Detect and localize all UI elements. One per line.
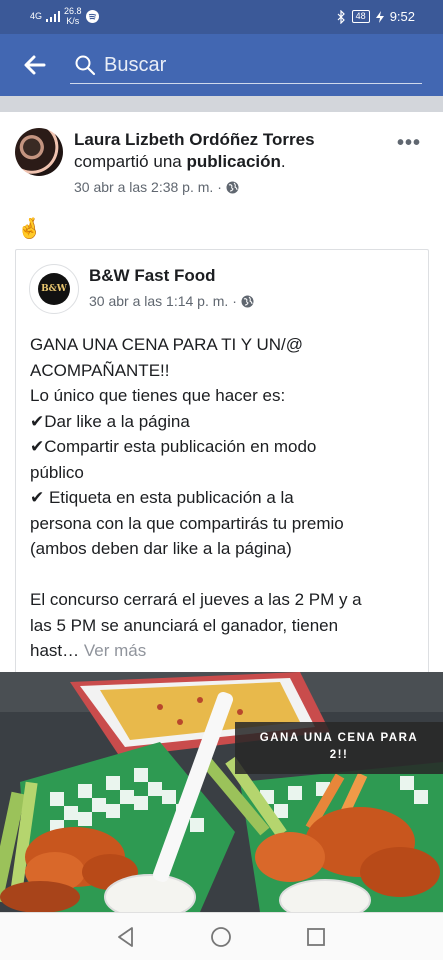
page-logo-text: B&W (38, 273, 70, 305)
check-item: ✔Dar like a la página (30, 409, 420, 435)
post-photo[interactable]: GANA UNA CENA PARA 2!! (0, 672, 443, 912)
check-item-text: Dar like a la página (44, 411, 190, 431)
search-icon (75, 55, 96, 76)
checkmark-icon: ✔ (30, 437, 45, 456)
sharer-name[interactable]: Laura Lizbeth Ordóñez Torres (74, 130, 315, 149)
data-speed: 26.8 K/s (64, 6, 82, 26)
see-more-link[interactable]: Ver más (84, 641, 146, 660)
bluetooth-icon (337, 9, 345, 24)
home-circle-icon[interactable] (209, 925, 233, 949)
share-action-object[interactable]: publicación (186, 152, 280, 171)
food-photo (0, 672, 443, 912)
shared-post[interactable]: B&W B&W Fast Food 30 abr a las 1:14 p. m… (15, 249, 429, 679)
network-indicator: 4G (30, 11, 43, 21)
system-nav-bar (0, 912, 443, 960)
spotify-icon (85, 9, 99, 23)
page-logo[interactable]: B&W (29, 264, 79, 314)
feed-post: Laura Lizbeth Ordóñez Torres compartió u… (0, 112, 443, 679)
check-item-text: Compartir esta publicación en modo (44, 437, 317, 456)
battery-indicator: 48 (351, 10, 370, 23)
post-line: (ambos deben dar like a la página) (30, 539, 292, 558)
shared-timestamp-row: 30 abr a las 1:14 p. m. · (89, 293, 254, 309)
share-action-text: compartió una (74, 152, 187, 171)
crossed-fingers-emoji: 🤞 (17, 218, 42, 240)
overlay-line: 2!! (329, 749, 349, 761)
avatar[interactable] (15, 128, 63, 176)
check-item: ✔Compartir esta publicación en modo (30, 434, 420, 460)
recents-square-icon[interactable] (304, 925, 328, 949)
checkmark-icon: ✔ (30, 411, 45, 431)
more-options-icon[interactable]: ••• (397, 132, 421, 155)
post-line: GANA UNA CENA PARA TI Y UN/@ (30, 335, 303, 354)
post-line: público (30, 462, 84, 482)
photo-overlay-banner: GANA UNA CENA PARA 2!! (235, 722, 443, 774)
app-bar (0, 34, 443, 96)
post-line: persona con la que compartirás tu premio (30, 513, 344, 533)
truncated-text: hast… (30, 641, 80, 660)
data-speed-value: 26.8 (64, 6, 82, 16)
search-box[interactable] (70, 48, 422, 84)
clock: 9:52 (389, 9, 415, 24)
post-header: Laura Lizbeth Ordóñez Torres compartió u… (74, 129, 374, 173)
shared-timestamp[interactable]: 30 abr a las 1:14 p. m. · (89, 293, 237, 309)
overlay-line: GANA UNA CENA PARA (259, 732, 419, 744)
back-arrow-icon[interactable] (20, 50, 50, 80)
divider (0, 96, 443, 112)
data-speed-unit: K/s (66, 16, 80, 26)
back-triangle-icon[interactable] (114, 925, 138, 949)
globe-icon (226, 181, 239, 193)
charging-icon (375, 10, 384, 23)
post-body: GANA UNA CENA PARA TI Y UN/@ ACOMPAÑANTE… (30, 332, 420, 664)
share-action-suffix: . (280, 152, 286, 171)
signal-icon (46, 10, 61, 22)
post-line: Lo único que tienes que hacer es: (30, 386, 286, 405)
checkmark-icon: ✔ (30, 488, 45, 507)
post-line: El concurso cerrará el jueves a las 2 PM… (30, 590, 362, 609)
post-line: las 5 PM se anunciará el ganador, tienen (30, 615, 339, 635)
post-line: hast… Ver más (30, 638, 420, 664)
check-item-text: Etiqueta en esta publicación a la (44, 488, 294, 507)
post-timestamp-row: 30 abr a las 2:38 p. m. · (74, 179, 239, 195)
post-line: ACOMPAÑANTE!! (30, 360, 170, 380)
check-item: ✔ Etiqueta en esta publicación a la (30, 485, 420, 511)
search-input[interactable] (104, 51, 404, 79)
post-timestamp[interactable]: 30 abr a las 2:38 p. m. · (74, 179, 222, 195)
status-bar: 4G 26.8 K/s 48 9:52 (0, 0, 443, 34)
globe-icon (241, 295, 254, 307)
page-name[interactable]: B&W Fast Food (89, 266, 216, 286)
